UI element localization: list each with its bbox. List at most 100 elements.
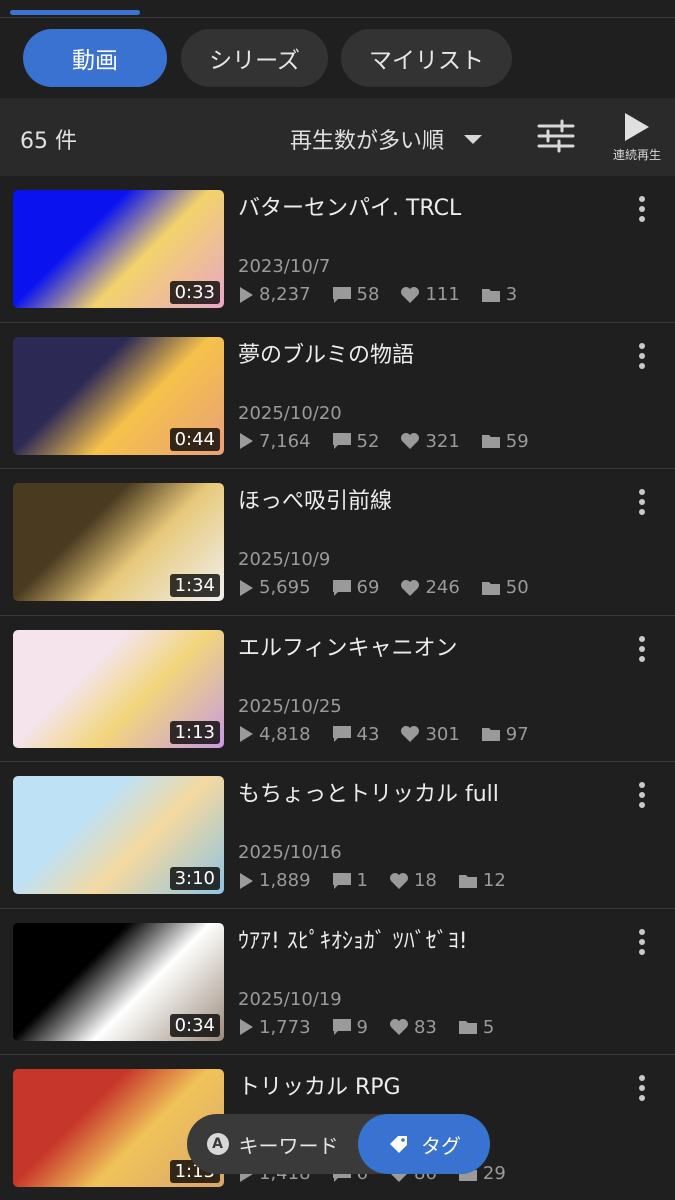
view-count-value: 7,164 [259, 430, 311, 452]
video-title[interactable]: バターセンパイ. TRCL [238, 190, 461, 222]
mylist-count-value: 50 [505, 577, 529, 598]
video-thumbnail[interactable]: 1:34 [13, 483, 224, 601]
tab-series[interactable]: シリーズ [181, 29, 328, 87]
like-count-value: 83 [413, 1016, 437, 1038]
video-stats: 5,695 69 246 50 [238, 577, 550, 598]
view-count-value: 4,818 [259, 723, 311, 745]
video-stats: 1,773 9 83 5 [238, 1017, 515, 1038]
comment-count: 43 [332, 723, 380, 745]
like-count: 83 [389, 1017, 437, 1038]
video-title[interactable]: トリッカル RPG [238, 1069, 401, 1101]
video-list-item[interactable]: 1:34 ほっぺ吸引前線 2025/10/9 5,695 69 246 50 [0, 469, 675, 616]
comment-count-value: 9 [356, 1016, 368, 1038]
comment-count: 69 [332, 577, 380, 598]
comment-icon [332, 286, 351, 303]
like-count: 18 [389, 870, 437, 891]
view-count: 4,818 [238, 724, 311, 745]
video-stats: 4,818 43 301 97 [238, 724, 550, 745]
mylist-count-value: 29 [482, 1163, 506, 1184]
like-count: 246 [400, 577, 460, 598]
more-menu-icon[interactable] [630, 782, 654, 812]
video-thumbnail[interactable]: 0:44 [13, 336, 224, 455]
more-menu-icon[interactable] [630, 489, 654, 519]
play-count-icon [240, 1019, 253, 1035]
view-count: 1,773 [238, 1017, 311, 1038]
video-stats: 8,237 58 111 3 [238, 284, 538, 305]
view-count-value: 1,773 [259, 1016, 311, 1038]
video-list: 0:33 バターセンパイ. TRCL 2023/10/7 8,237 58 11… [0, 176, 675, 1200]
play-count-icon [240, 579, 253, 596]
sliders-icon[interactable] [535, 116, 577, 156]
video-list-item[interactable]: 0:33 バターセンパイ. TRCL 2023/10/7 8,237 58 11… [0, 176, 675, 323]
like-count-value: 321 [425, 430, 460, 452]
comment-count: 9 [332, 1017, 368, 1038]
sort-label: 再生数が多い順 [290, 129, 445, 154]
more-menu-icon[interactable] [630, 342, 654, 373]
keyword-search-button[interactable]: A キーワード [187, 1114, 358, 1174]
chevron-down-icon [464, 134, 483, 144]
list-toolbar: 65 件 再生数が多い順 連続再生 [0, 98, 675, 176]
comment-count: 58 [332, 284, 379, 305]
video-title[interactable]: ｳｱｱ! ｽﾋﾟｷｵｼｮｶﾞ ﾂﾊﾞｾﾞﾖ! [238, 923, 468, 955]
play-count-icon [240, 433, 253, 449]
video-duration: 3:10 [169, 867, 220, 890]
like-count: 321 [400, 430, 460, 452]
heart-icon [389, 872, 408, 889]
video-title[interactable]: 夢のブルミの物語 [238, 337, 414, 369]
comment-icon [332, 1019, 351, 1035]
comment-count-value: 69 [356, 577, 380, 598]
video-thumbnail[interactable]: 3:10 [13, 776, 224, 894]
sort-dropdown[interactable]: 再生数が多い順 [290, 123, 483, 155]
video-date: 2025/10/9 [238, 549, 331, 570]
folder-icon [458, 874, 477, 888]
video-title[interactable]: もちょっとトリッカル full [238, 776, 499, 808]
video-date: 2025/10/19 [238, 988, 342, 1010]
video-list-item[interactable]: 0:34 ｳｱｱ! ｽﾋﾟｷｵｼｮｶﾞ ﾂﾊﾞｾﾞﾖ! 2025/10/19 1… [0, 909, 675, 1055]
more-menu-icon[interactable] [630, 635, 654, 666]
continuous-play-button[interactable]: 連続再生 [605, 108, 669, 168]
comment-count-value: 43 [356, 723, 380, 745]
mylist-count: 59 [481, 431, 529, 452]
play-count-icon [240, 872, 253, 889]
mylist-count: 50 [481, 577, 529, 598]
video-stats: 1,889 1 18 12 [238, 870, 527, 891]
comment-count: 52 [332, 431, 379, 452]
video-title[interactable]: ほっぺ吸引前線 [238, 483, 392, 515]
more-menu-icon[interactable] [630, 1075, 654, 1105]
video-list-item[interactable]: 3:10 もちょっとトリッカル full 2025/10/16 1,889 1 … [0, 762, 675, 909]
video-thumbnail[interactable]: 0:34 [13, 922, 224, 1041]
tab-mylist[interactable]: マイリスト [341, 29, 512, 87]
heart-icon [401, 286, 420, 303]
like-count-value: 246 [425, 577, 460, 598]
mylist-count-value: 97 [505, 723, 529, 745]
video-list-item[interactable]: 1:13 エルフィンキャニオン 2025/10/25 4,818 43 301 … [0, 616, 675, 762]
keyword-icon: A [206, 1133, 229, 1155]
video-title[interactable]: エルフィンキャニオン [238, 630, 458, 662]
view-count: 1,889 [238, 870, 311, 891]
heart-icon [401, 433, 420, 449]
video-duration: 1:34 [169, 574, 220, 597]
comment-count: 1 [332, 870, 368, 891]
more-menu-icon[interactable] [630, 928, 654, 959]
progress-fill [10, 10, 140, 15]
folder-icon [481, 581, 500, 595]
video-thumbnail[interactable]: 0:33 [13, 190, 224, 308]
video-list-item[interactable]: 0:44 夢のブルミの物語 2025/10/20 7,164 52 321 59 [0, 323, 675, 469]
more-menu-icon[interactable] [630, 196, 654, 226]
heart-icon [389, 1019, 408, 1035]
mylist-count: 5 [458, 1017, 494, 1038]
tag-label: タグ [421, 1133, 461, 1158]
mylist-count-value: 3 [505, 284, 518, 305]
video-date: 2025/10/20 [238, 402, 342, 424]
mylist-count: 12 [458, 870, 506, 891]
like-count: 301 [400, 724, 460, 745]
play-icon [625, 113, 649, 141]
tab-videos[interactable]: 動画 [23, 29, 167, 87]
tag-search-button[interactable]: タグ [358, 1114, 490, 1174]
video-duration: 0:33 [169, 281, 220, 304]
video-duration: 0:34 [169, 1013, 220, 1037]
play-count-icon [240, 286, 253, 303]
video-thumbnail[interactable]: 1:13 [13, 629, 224, 748]
video-duration: 0:44 [169, 427, 220, 451]
search-mode-toggle: A キーワード タグ [187, 1114, 490, 1174]
